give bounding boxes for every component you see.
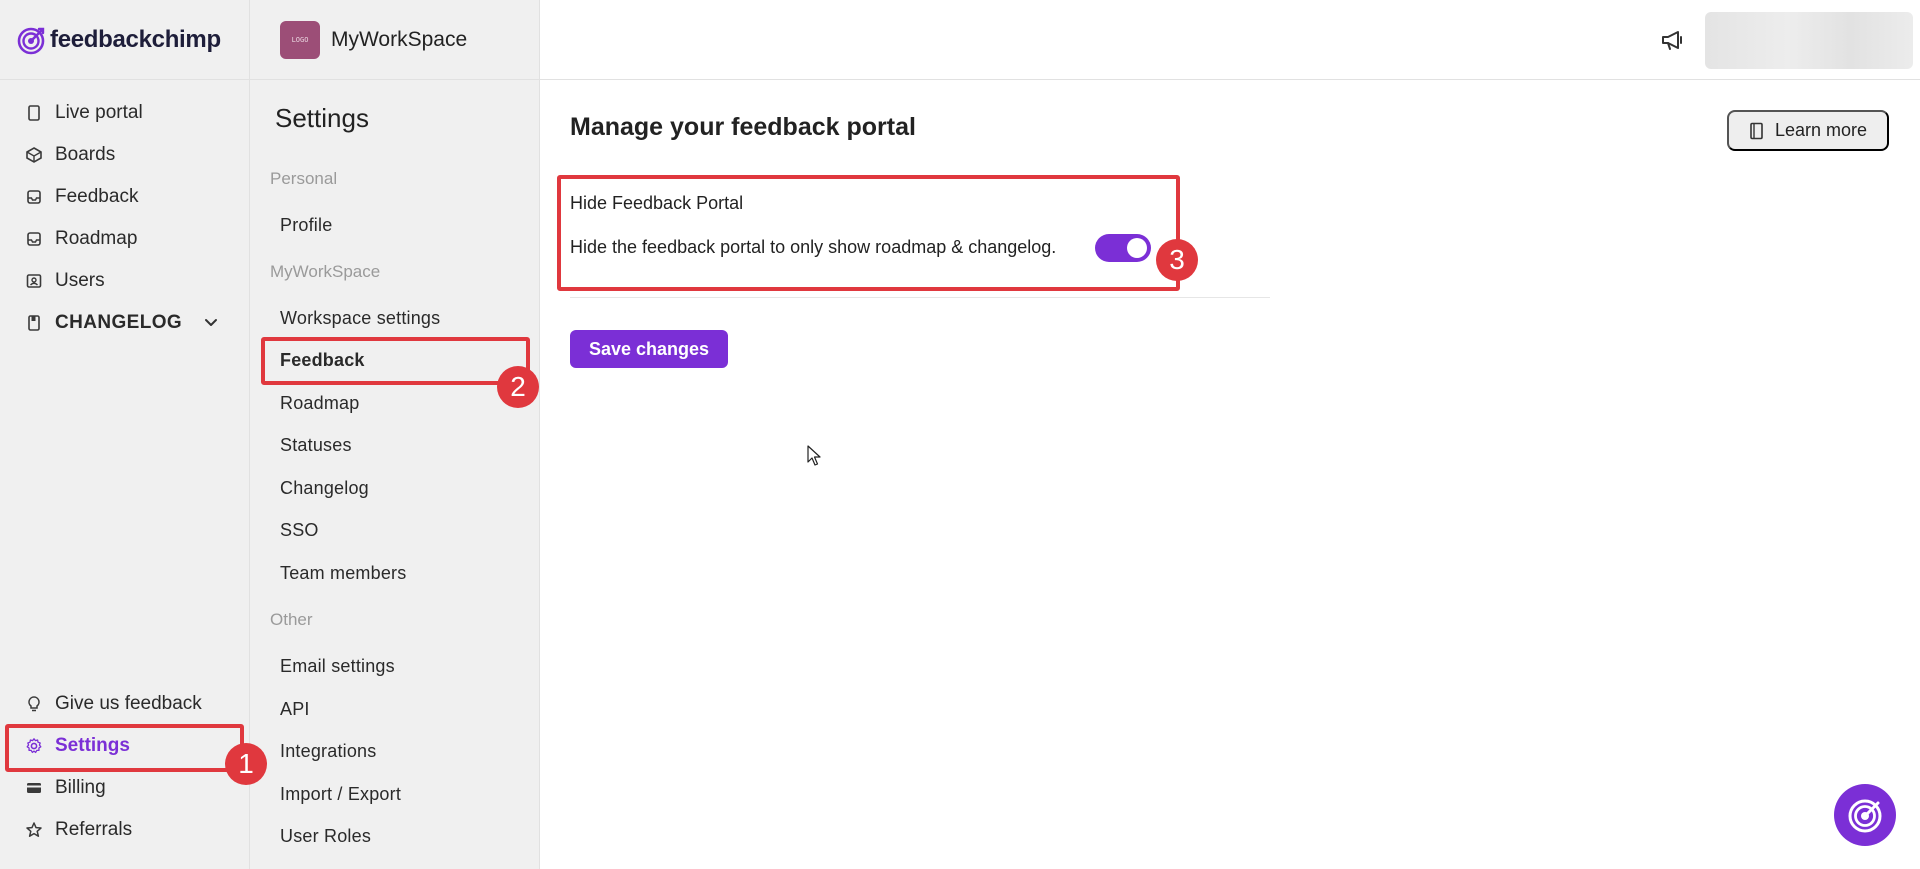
roadmap-icon bbox=[25, 230, 43, 248]
settings-item-workspace-settings[interactable]: Workspace settings bbox=[280, 308, 440, 329]
book-icon bbox=[1749, 122, 1765, 140]
highlight-feedback bbox=[261, 337, 530, 385]
nav-item-boards[interactable]: Boards bbox=[0, 134, 249, 176]
settings-item-roadmap[interactable]: Roadmap bbox=[280, 393, 359, 414]
feedbackchimp-logo-icon bbox=[17, 27, 45, 54]
settings-item-api[interactable]: API bbox=[280, 699, 310, 720]
settings-item-integrations[interactable]: Integrations bbox=[280, 741, 376, 762]
nav-item-label: Roadmap bbox=[55, 228, 138, 249]
brand[interactable]: feedbackchimp bbox=[0, 0, 249, 80]
star-icon bbox=[25, 821, 43, 839]
nav-item-users[interactable]: Users bbox=[0, 260, 249, 302]
nav-item-label: Users bbox=[55, 270, 105, 291]
nav-item-label: Boards bbox=[55, 144, 116, 165]
card-icon bbox=[25, 779, 43, 797]
lightbulb-icon bbox=[25, 695, 43, 713]
nav-item-give-feedback[interactable]: Give us feedback bbox=[0, 683, 250, 725]
help-widget-button[interactable] bbox=[1834, 784, 1896, 846]
step-badge-2: 2 bbox=[497, 366, 539, 408]
nav-item-label: Give us feedback bbox=[55, 693, 202, 714]
highlight-settings bbox=[5, 724, 244, 772]
megaphone-icon[interactable] bbox=[1660, 27, 1686, 53]
brand-name: feedbackchimp bbox=[50, 25, 221, 53]
workspace-switcher[interactable]: LOGO MyWorkSpace bbox=[250, 0, 539, 80]
nav-item-changelog[interactable]: CHANGELOG bbox=[0, 302, 249, 344]
step-badge-3: 3 bbox=[1156, 239, 1198, 281]
nav-item-billing[interactable]: Billing bbox=[0, 767, 250, 809]
nav-item-live-portal[interactable]: Live portal bbox=[0, 92, 249, 134]
workspace-logo: LOGO bbox=[280, 20, 320, 59]
inbox-icon bbox=[25, 188, 43, 206]
settings-item-email-settings[interactable]: Email settings bbox=[280, 656, 395, 677]
document-icon bbox=[25, 104, 43, 122]
users-icon bbox=[25, 272, 43, 290]
settings-item-sso[interactable]: SSO bbox=[280, 520, 319, 541]
settings-item-user-roles[interactable]: User Roles bbox=[280, 826, 371, 847]
workspace-name: MyWorkSpace bbox=[331, 27, 468, 51]
divider bbox=[570, 297, 1270, 298]
section-workspace: MyWorkSpace bbox=[270, 262, 381, 281]
nav-item-label: CHANGELOG bbox=[55, 312, 183, 333]
nav-item-feedback[interactable]: Feedback bbox=[0, 176, 249, 218]
page-title: Manage your feedback portal bbox=[570, 113, 916, 141]
boards-icon bbox=[25, 146, 43, 164]
section-other: Other bbox=[270, 610, 313, 629]
nav-item-roadmap[interactable]: Roadmap bbox=[0, 218, 249, 260]
target-logo-icon bbox=[1848, 799, 1882, 833]
section-personal: Personal bbox=[270, 169, 338, 188]
save-changes-button[interactable]: Save changes bbox=[570, 330, 728, 368]
settings-item-changelog[interactable]: Changelog bbox=[280, 478, 369, 499]
user-account-menu[interactable] bbox=[1705, 12, 1913, 69]
mouse-cursor-icon bbox=[807, 445, 821, 466]
nav-item-label: Billing bbox=[55, 777, 106, 798]
highlight-hide-portal bbox=[557, 175, 1180, 291]
settings-sidebar: LOGO MyWorkSpace Settings Personal Profi… bbox=[250, 0, 540, 869]
nav-item-label: Feedback bbox=[55, 186, 139, 207]
changelog-icon bbox=[25, 314, 43, 332]
top-bar bbox=[540, 0, 1920, 80]
nav-item-label: Live portal bbox=[55, 102, 143, 123]
nav-item-referrals[interactable]: Referrals bbox=[0, 809, 250, 851]
learn-more-label: Learn more bbox=[1774, 120, 1868, 140]
settings-item-import-export[interactable]: Import / Export bbox=[280, 784, 401, 805]
settings-title: Settings bbox=[275, 103, 369, 133]
nav-item-label: Referrals bbox=[55, 819, 133, 840]
step-badge-1: 1 bbox=[225, 743, 267, 785]
settings-item-profile[interactable]: Profile bbox=[280, 215, 332, 236]
settings-item-statuses[interactable]: Statuses bbox=[280, 435, 352, 456]
chevron-down-icon[interactable] bbox=[203, 314, 219, 330]
learn-more-button[interactable]: Learn more bbox=[1727, 110, 1889, 151]
settings-item-team-members[interactable]: Team members bbox=[280, 563, 406, 584]
